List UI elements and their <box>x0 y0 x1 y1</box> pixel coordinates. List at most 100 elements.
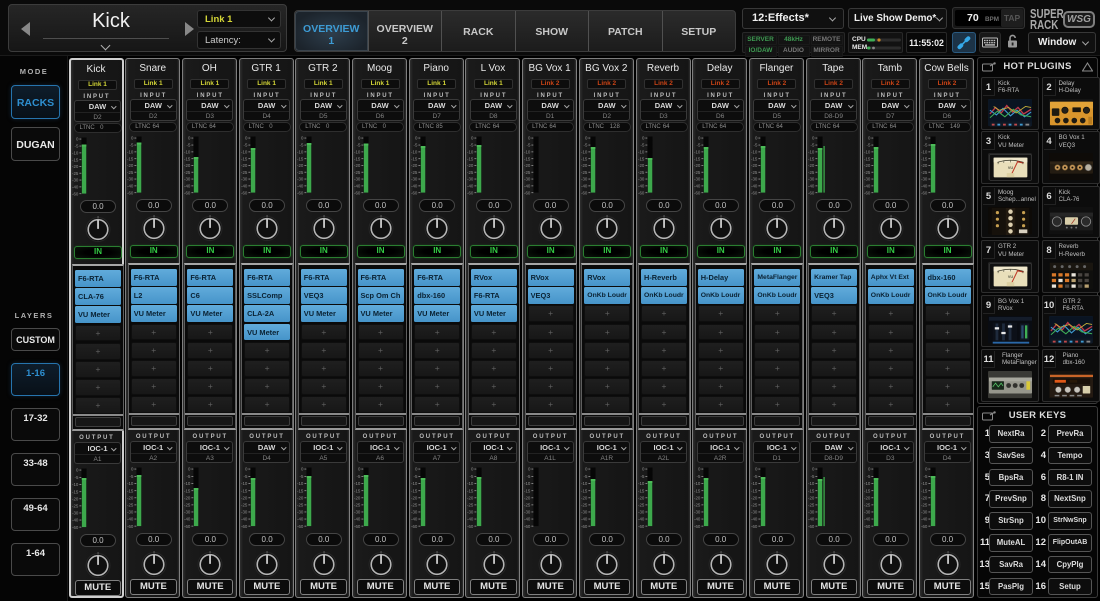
svg-text:-15: -15 <box>751 488 758 493</box>
svg-text:-10: -10 <box>581 481 588 486</box>
svg-text:-5: -5 <box>753 474 757 479</box>
svg-text:-10: -10 <box>638 150 645 155</box>
svg-text:-15: -15 <box>751 156 758 161</box>
svg-text:-40: -40 <box>297 184 304 189</box>
svg-text:0: 0 <box>358 467 361 472</box>
svg-text:-30: -30 <box>694 177 701 182</box>
svg-text:-20: -20 <box>751 163 758 168</box>
svg-text:-25: -25 <box>694 170 701 175</box>
svg-text:-15: -15 <box>72 489 79 494</box>
svg-text:-15: -15 <box>638 156 645 161</box>
svg-text:-60: -60 <box>127 524 134 529</box>
svg-text:0: 0 <box>415 136 418 141</box>
svg-text:0: 0 <box>868 136 871 141</box>
svg-text:-25: -25 <box>72 504 79 509</box>
svg-text:-40: -40 <box>864 517 871 522</box>
svg-text:-30: -30 <box>72 511 79 516</box>
svg-text:-15: -15 <box>694 488 701 493</box>
svg-text:-20: -20 <box>411 163 418 168</box>
svg-text:-40: -40 <box>241 184 248 189</box>
svg-text:-60: -60 <box>751 524 758 529</box>
svg-text:-30: -30 <box>184 177 191 182</box>
svg-text:-20: -20 <box>921 495 928 500</box>
svg-text:-10: -10 <box>921 150 928 155</box>
svg-text:-30: -30 <box>581 177 588 182</box>
svg-text:-5: -5 <box>583 143 587 148</box>
svg-text:-40: -40 <box>127 517 134 522</box>
svg-text:-60: -60 <box>694 190 701 195</box>
svg-text:-15: -15 <box>467 488 474 493</box>
svg-text:-40: -40 <box>354 184 361 189</box>
svg-text:-25: -25 <box>127 170 134 175</box>
svg-text:-10: -10 <box>524 150 531 155</box>
svg-text:-25: -25 <box>354 503 361 508</box>
svg-text:-40: -40 <box>751 184 758 189</box>
svg-text:-25: -25 <box>411 503 418 508</box>
svg-text:0: 0 <box>75 137 78 142</box>
svg-text:-15: -15 <box>297 156 304 161</box>
svg-text:-10: -10 <box>184 481 191 486</box>
svg-text:-25: -25 <box>354 170 361 175</box>
svg-text:-20: -20 <box>581 495 588 500</box>
svg-text:-5: -5 <box>243 474 247 479</box>
svg-text:-5: -5 <box>470 474 474 479</box>
svg-text:-5: -5 <box>186 474 190 479</box>
svg-text:-20: -20 <box>127 495 134 500</box>
svg-text:0: 0 <box>698 467 701 472</box>
svg-text:-20: -20 <box>751 495 758 500</box>
svg-text:-60: -60 <box>638 524 645 529</box>
svg-text:-30: -30 <box>751 510 758 515</box>
svg-text:-60: -60 <box>524 190 531 195</box>
svg-text:-60: -60 <box>808 524 815 529</box>
svg-text:-20: -20 <box>354 163 361 168</box>
svg-text:-25: -25 <box>808 170 815 175</box>
svg-text:-5: -5 <box>413 474 417 479</box>
svg-text:0: 0 <box>528 136 531 141</box>
svg-text:-30: -30 <box>354 177 361 182</box>
svg-text:-25: -25 <box>751 170 758 175</box>
svg-text:-20: -20 <box>524 163 531 168</box>
svg-text:-30: -30 <box>694 510 701 515</box>
svg-text:-5: -5 <box>130 474 134 479</box>
svg-text:-10: -10 <box>354 481 361 486</box>
svg-text:-20: -20 <box>638 495 645 500</box>
svg-text:-15: -15 <box>354 156 361 161</box>
svg-text:-5: -5 <box>300 143 304 148</box>
svg-text:0: 0 <box>245 467 248 472</box>
svg-text:0: 0 <box>188 136 191 141</box>
svg-text:-10: -10 <box>581 150 588 155</box>
svg-text:-5: -5 <box>74 475 78 480</box>
svg-text:-10: -10 <box>751 150 758 155</box>
svg-text:-40: -40 <box>72 518 79 523</box>
svg-text:-25: -25 <box>184 503 191 508</box>
svg-text:-60: -60 <box>354 524 361 529</box>
svg-text:-20: -20 <box>184 163 191 168</box>
svg-text:-5: -5 <box>867 474 871 479</box>
svg-text:-30: -30 <box>864 177 871 182</box>
svg-text:-60: -60 <box>354 190 361 195</box>
svg-text:-40: -40 <box>297 517 304 522</box>
svg-text:-25: -25 <box>581 503 588 508</box>
svg-text:-25: -25 <box>694 503 701 508</box>
svg-text:-60: -60 <box>127 190 134 195</box>
svg-text:0: 0 <box>188 467 191 472</box>
svg-text:-30: -30 <box>297 510 304 515</box>
svg-text:-20: -20 <box>241 163 248 168</box>
svg-text:0: 0 <box>131 136 134 141</box>
svg-text:-15: -15 <box>297 488 304 493</box>
svg-text:-10: -10 <box>694 150 701 155</box>
svg-text:-40: -40 <box>694 517 701 522</box>
svg-text:-60: -60 <box>581 190 588 195</box>
svg-text:-25: -25 <box>638 503 645 508</box>
svg-text:-30: -30 <box>524 510 531 515</box>
svg-text:-5: -5 <box>640 143 644 148</box>
svg-text:-20: -20 <box>864 495 871 500</box>
svg-text:-30: -30 <box>241 510 248 515</box>
svg-text:-15: -15 <box>864 156 871 161</box>
svg-text:-5: -5 <box>697 474 701 479</box>
svg-text:-15: -15 <box>241 488 248 493</box>
svg-text:-40: -40 <box>581 184 588 189</box>
svg-text:-15: -15 <box>467 156 474 161</box>
svg-text:-40: -40 <box>241 517 248 522</box>
svg-text:-40: -40 <box>127 184 134 189</box>
